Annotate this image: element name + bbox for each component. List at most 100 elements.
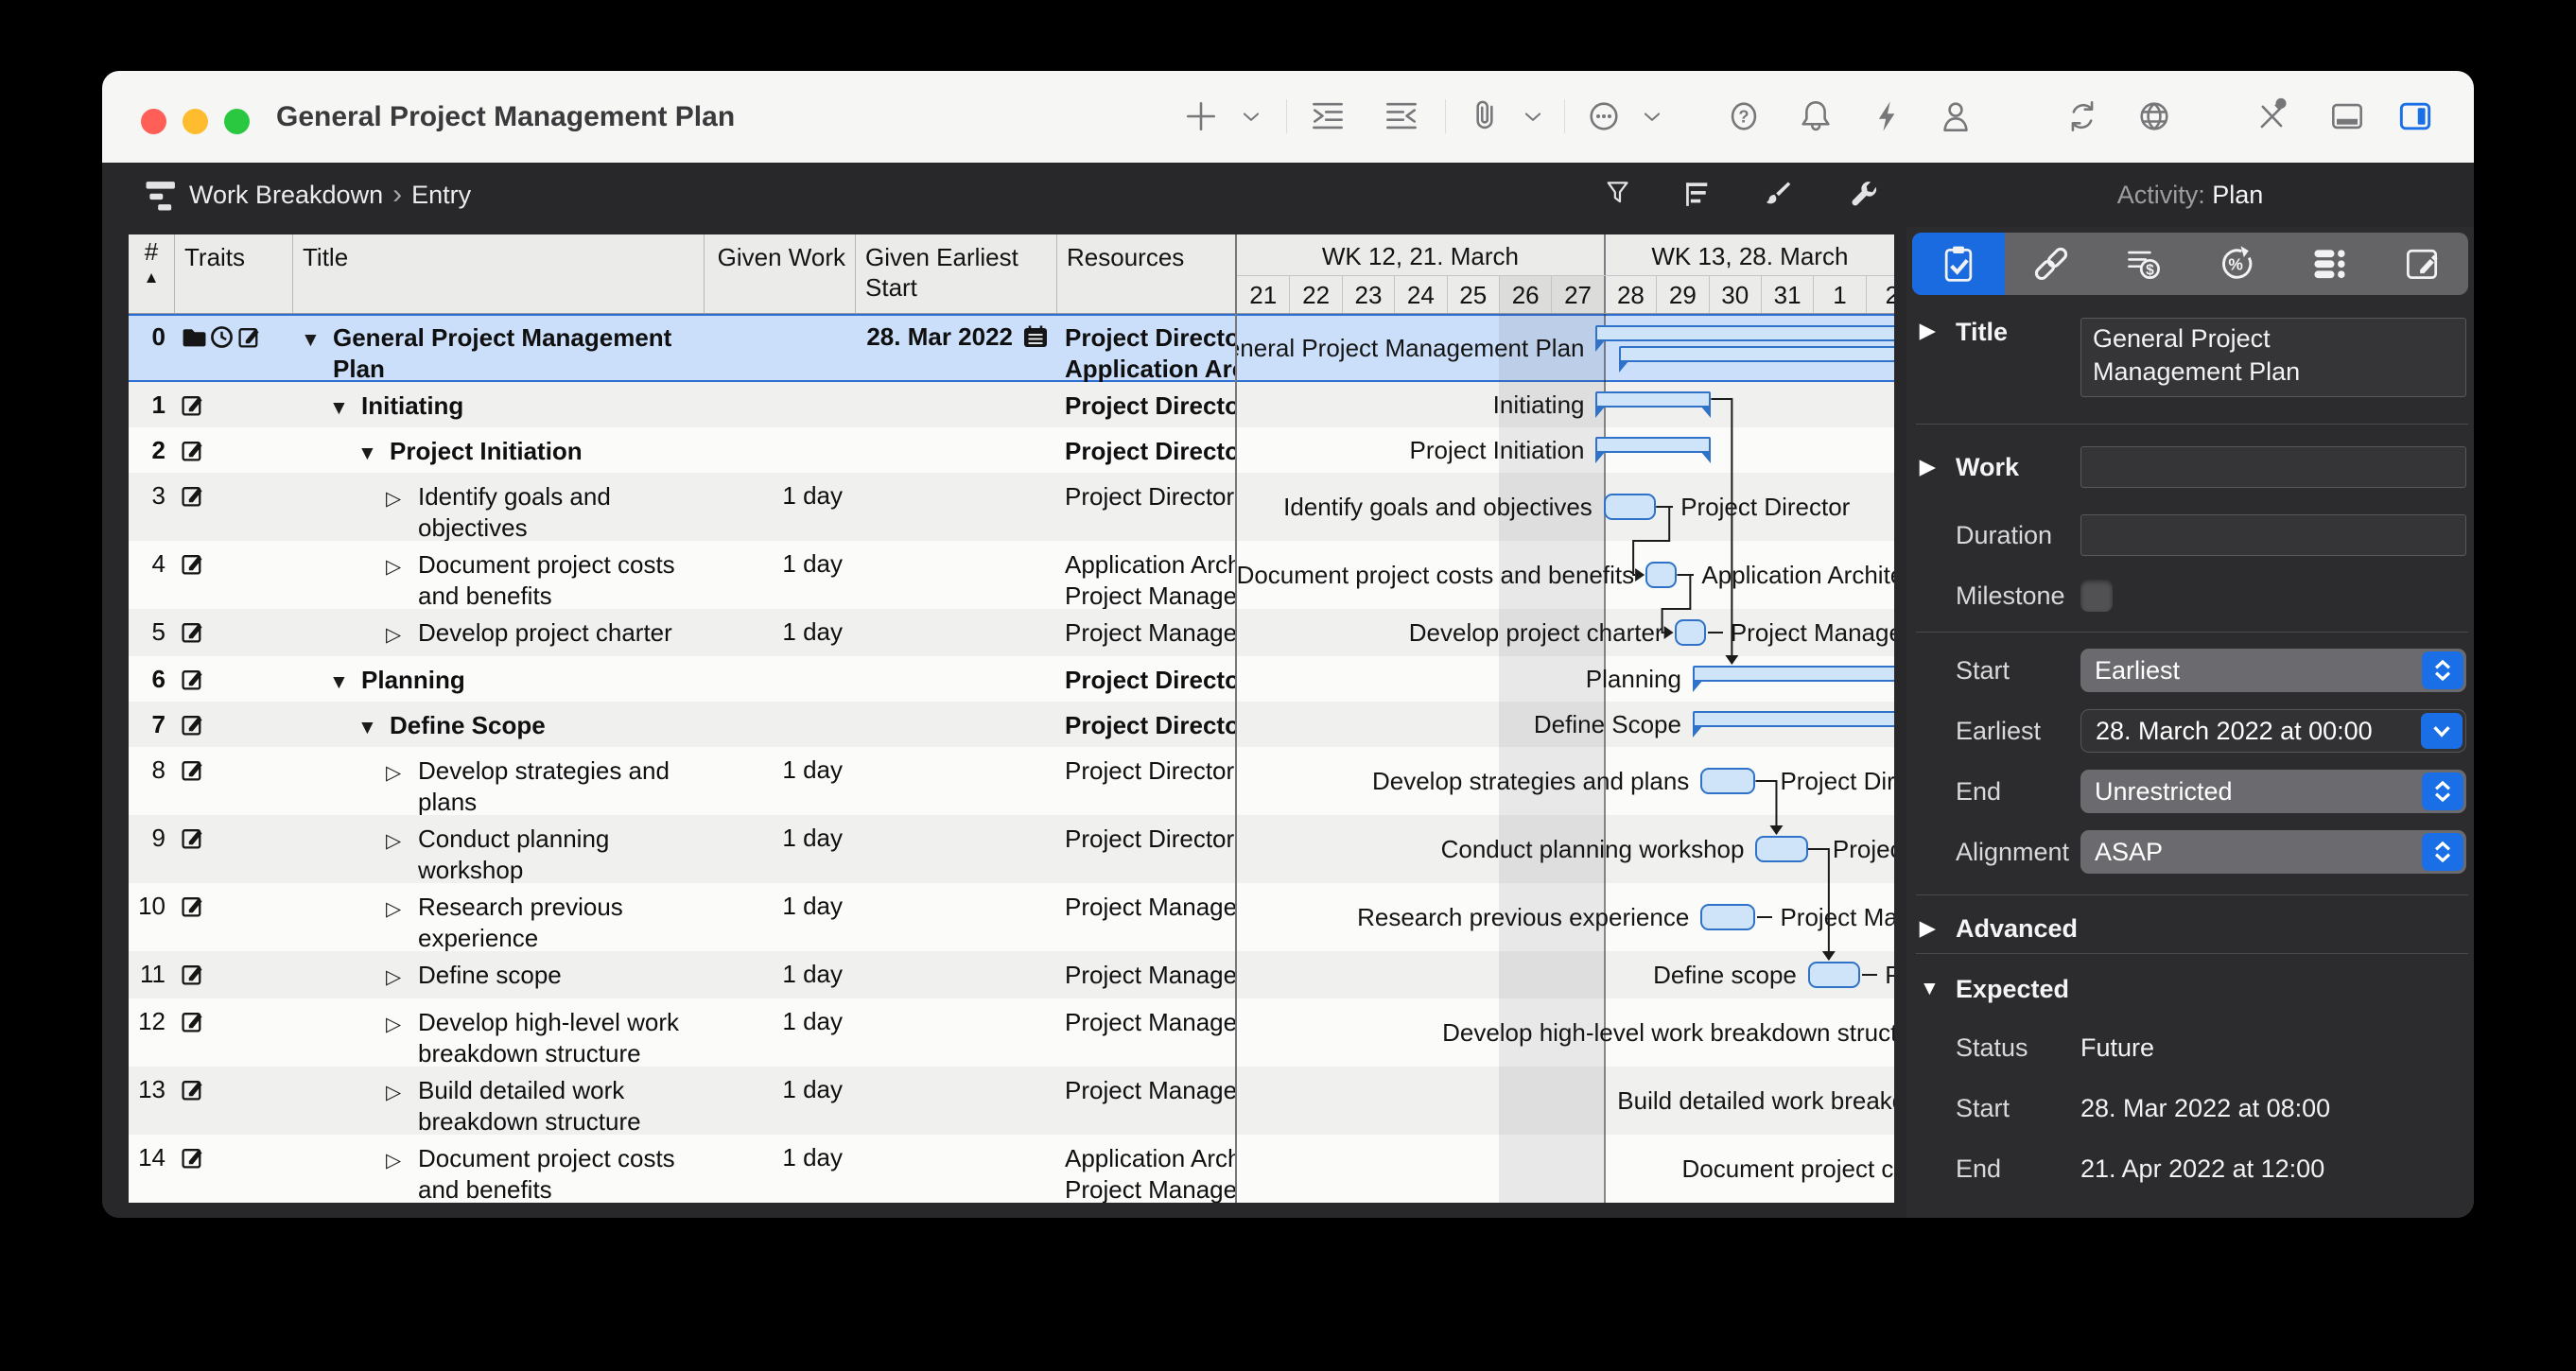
calendar-icon[interactable] [1021, 322, 1050, 351]
table-gantt-splitter[interactable] [1235, 234, 1237, 1203]
disclosure-down-icon[interactable]: ▼ [1920, 978, 1940, 1000]
gantt-summary-bar[interactable] [1595, 391, 1711, 408]
disclosure-triangle-icon[interactable]: ▼ [329, 390, 361, 424]
table-row[interactable]: 1▼InitiatingProject DirectorInitiating [129, 382, 1894, 427]
gantt-task-bar[interactable] [1808, 962, 1860, 988]
column-header-given-work[interactable]: Given Work [705, 234, 856, 313]
table-row[interactable]: 11▷Define scope1 dayProject ManagerDefin… [129, 951, 1894, 998]
bottom-panel-toggle-icon[interactable] [2326, 95, 2368, 137]
title-input[interactable]: General Project Management Plan [2080, 318, 2466, 397]
disclosure-triangle-icon[interactable]: ▷ [386, 1143, 418, 1176]
end-popup[interactable]: Unrestricted [2080, 770, 2466, 813]
gantt-task-bar[interactable] [1604, 494, 1656, 520]
table-row[interactable]: 14▷Document project costs and benefits1 … [129, 1135, 1894, 1203]
table-row[interactable]: 10▷Research previous experience1 dayProj… [129, 883, 1894, 951]
gantt-timescale[interactable]: WK 12, 21. March WK 13, 28. March 212223… [1237, 234, 1894, 313]
right-panel-toggle-icon[interactable] [2394, 95, 2436, 137]
stepper-icon[interactable] [2422, 833, 2463, 871]
table-row[interactable]: 13▷Build detailed work breakdown structu… [129, 1067, 1894, 1135]
table-row[interactable]: 0▼General Project Management Plan28. Mar… [129, 314, 1894, 382]
column-header-num[interactable]: # ▲ [129, 234, 175, 313]
gantt-task-bar[interactable] [1645, 562, 1677, 588]
gantt-summary-bar[interactable] [1619, 346, 1894, 362]
disclosure-triangle-icon[interactable]: ▷ [386, 824, 418, 857]
chevron-down-icon[interactable] [1517, 101, 1549, 133]
start-popup[interactable]: Earliest [2080, 649, 2466, 692]
disclosure-triangle-icon[interactable]: ▷ [386, 1007, 418, 1040]
sync-icon[interactable] [2062, 95, 2103, 137]
tab-links[interactable] [2005, 233, 2097, 295]
outdent-icon[interactable] [1381, 95, 1422, 137]
stepper-icon[interactable] [2422, 651, 2463, 689]
network-icon[interactable] [2133, 95, 2175, 137]
stepper-icon[interactable] [2422, 772, 2463, 810]
table-row[interactable]: 8▷Develop strategies and plans1 dayProje… [129, 747, 1894, 815]
table-row[interactable]: 12▷Develop high-level work breakdown str… [129, 998, 1894, 1067]
disclosure-right-icon[interactable]: ▶ [1920, 320, 1935, 343]
gantt-summary-bar[interactable] [1693, 666, 1894, 682]
disclosure-triangle-icon[interactable]: ▼ [357, 710, 390, 743]
breadcrumb-section[interactable]: Work Breakdown [189, 181, 383, 209]
notifications-icon[interactable] [1795, 95, 1836, 137]
help-icon[interactable]: ? [1723, 95, 1765, 137]
gantt-task-bar[interactable] [1700, 768, 1755, 794]
outline-icon[interactable] [1680, 177, 1715, 213]
table-row[interactable]: 6▼PlanningProject DirectorPlanning [129, 656, 1894, 702]
disclosure-triangle-icon[interactable]: ▷ [386, 549, 418, 582]
chevron-down-icon[interactable] [1636, 101, 1668, 133]
gantt-task-bar[interactable] [1700, 904, 1755, 930]
add-icon[interactable] [1180, 95, 1222, 137]
gantt-task-bar[interactable] [1675, 619, 1706, 646]
milestone-checkbox[interactable] [2080, 580, 2113, 612]
table-row[interactable]: 9▷Conduct planning workshop1 dayProject … [129, 815, 1894, 883]
disclosure-right-icon[interactable]: ▶ [1920, 917, 1935, 941]
gantt-summary-bar[interactable] [1693, 711, 1894, 727]
alignment-popup[interactable]: ASAP [2080, 830, 2466, 874]
gantt-summary-bar[interactable] [1595, 437, 1711, 453]
gantt-summary-bar[interactable] [1595, 325, 1894, 341]
table-row[interactable]: 7▼Define ScopeProject DirectorDefine Sco… [129, 702, 1894, 747]
table-row[interactable]: 3▷Identify goals and objectives1 dayProj… [129, 473, 1894, 541]
minimize-button[interactable] [183, 109, 208, 134]
settings-wrench-icon[interactable] [1846, 177, 1882, 213]
user-icon[interactable] [1935, 95, 1976, 137]
disclosure-triangle-icon[interactable]: ▷ [386, 1075, 418, 1108]
column-header-resources[interactable]: Resources [1057, 234, 1237, 313]
disclosure-triangle-icon[interactable]: ▷ [386, 960, 418, 993]
breadcrumb[interactable]: Work Breakdown›Entry [189, 163, 471, 227]
column-header-traits[interactable]: Traits [175, 234, 293, 313]
disclosure-triangle-icon[interactable]: ▷ [386, 755, 418, 789]
column-header-title[interactable]: Title [293, 234, 705, 313]
zoom-button[interactable] [224, 109, 250, 134]
table-row[interactable]: 2▼Project InitiationProject DirectorProj… [129, 427, 1894, 473]
disclosure-triangle-icon[interactable]: ▼ [301, 322, 333, 356]
gantt-task-bar[interactable] [1755, 836, 1807, 862]
table-row[interactable]: 5▷Develop project charter1 dayProject Ma… [129, 609, 1894, 656]
disclosure-triangle-icon[interactable]: ▼ [329, 665, 361, 698]
tab-plan[interactable] [1912, 233, 2005, 295]
column-header-given-earliest-start[interactable]: Given Earliest Start [856, 234, 1057, 313]
tab-resources[interactable] [2283, 233, 2376, 295]
disclosure-triangle-icon[interactable]: ▷ [386, 892, 418, 925]
settings-tools-icon[interactable] [2251, 95, 2292, 137]
actions-icon[interactable] [1867, 95, 1908, 137]
work-input[interactable] [2080, 446, 2466, 488]
dropdown-chevron-icon[interactable] [2421, 713, 2463, 749]
disclosure-right-icon[interactable]: ▶ [1920, 456, 1935, 479]
tab-progress[interactable]: % [2190, 233, 2283, 295]
indent-icon[interactable] [1307, 95, 1349, 137]
more-options-icon[interactable] [1583, 95, 1625, 137]
disclosure-triangle-icon[interactable]: ▷ [386, 617, 418, 651]
filter-icon[interactable] [1600, 177, 1636, 213]
disclosure-triangle-icon[interactable]: ▷ [386, 481, 418, 514]
earliest-date-field[interactable]: 28. March 2022 at 00:00 [2080, 709, 2466, 753]
table-row[interactable]: 4▷Document project costs and benefits1 d… [129, 541, 1894, 609]
duration-input[interactable] [2080, 514, 2466, 556]
tab-notes[interactable] [2376, 233, 2468, 295]
disclosure-triangle-icon[interactable]: ▼ [357, 436, 390, 469]
chevron-down-icon[interactable] [1235, 101, 1267, 133]
attachment-icon[interactable] [1464, 95, 1506, 137]
tab-finances[interactable]: $ [2097, 233, 2190, 295]
style-brush-icon[interactable] [1759, 177, 1795, 213]
close-button[interactable] [141, 109, 166, 134]
